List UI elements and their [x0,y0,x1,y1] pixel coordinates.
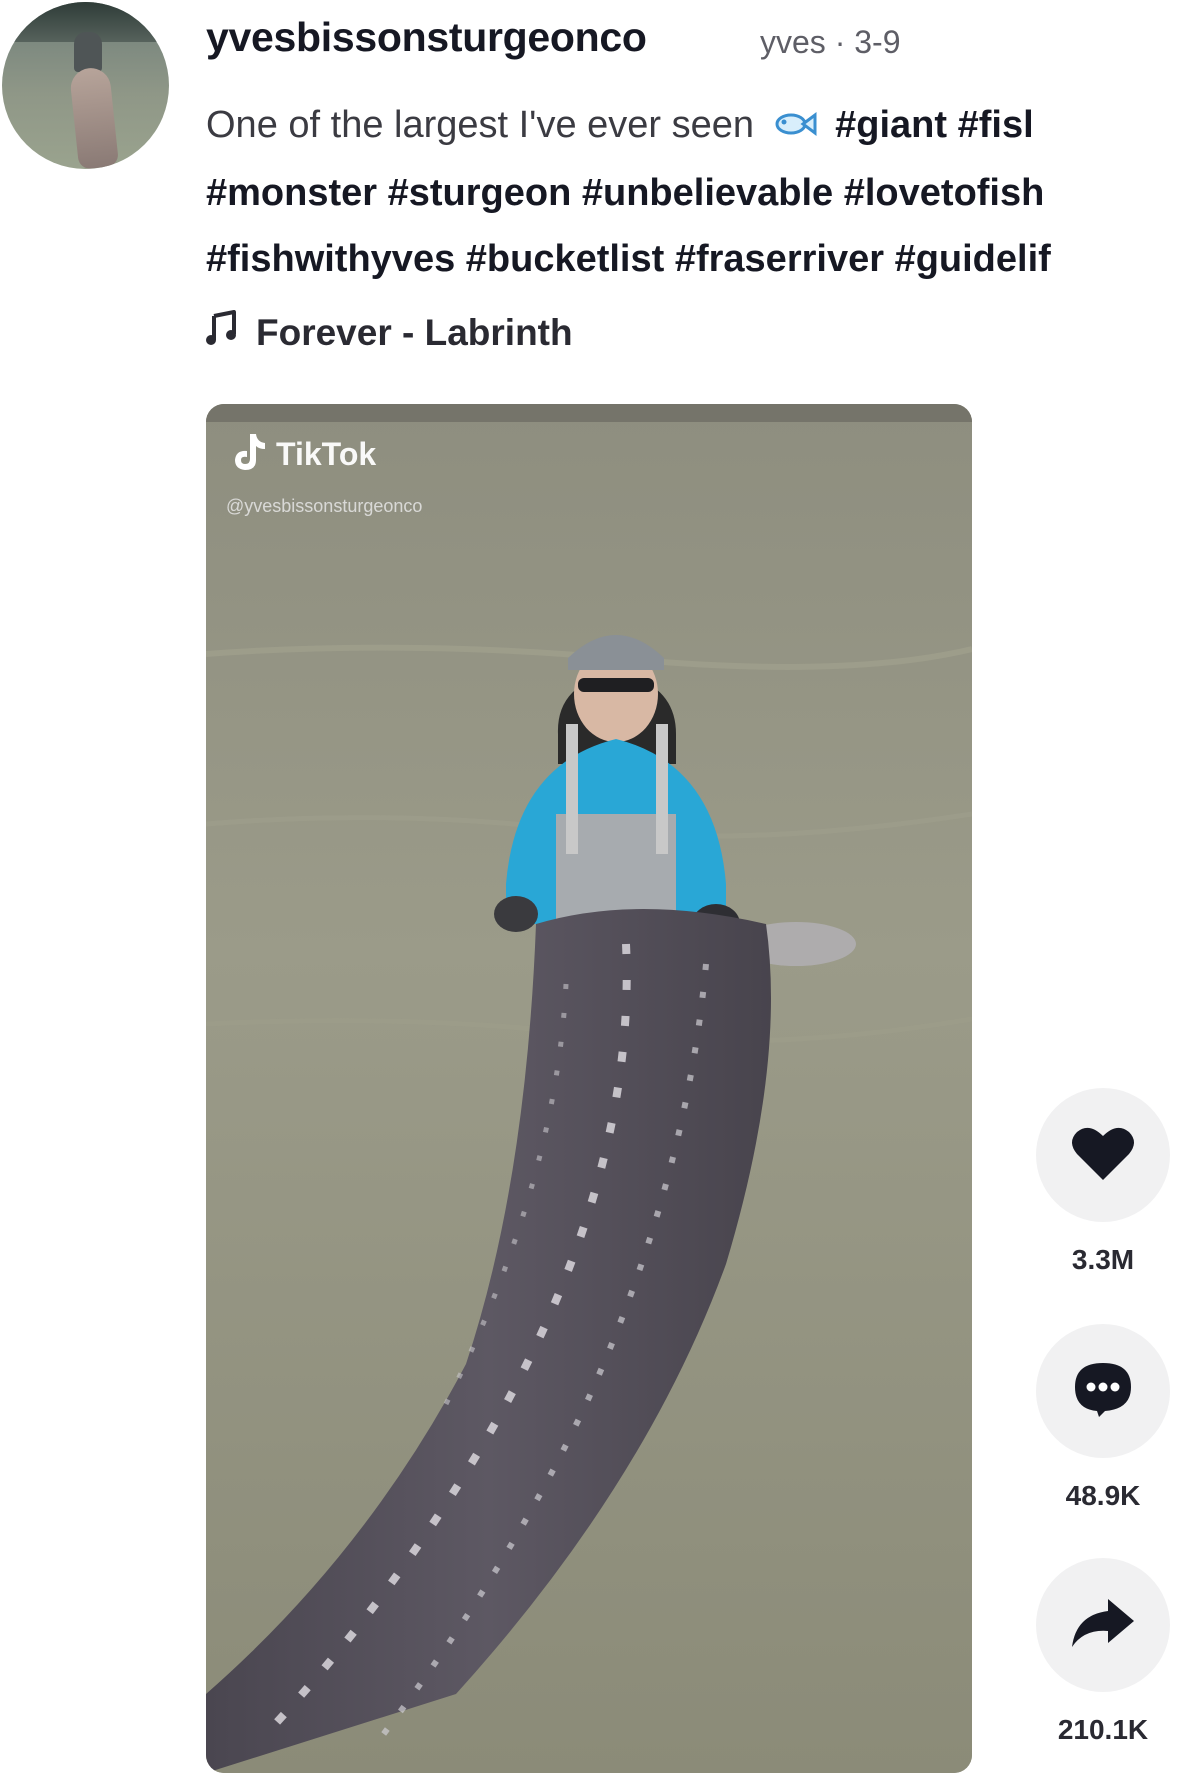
heart-icon [1071,1124,1135,1187]
share-count: 210.1K [1057,1714,1149,1745]
comment-action: 48.9K [1030,1324,1176,1512]
share-icon [1070,1597,1136,1654]
share-action: 210.1K [1030,1558,1176,1746]
caption-hashtags-2[interactable]: #monster #sturgeon #unbelievable #loveto… [206,160,1200,226]
watermark-brand: TikTok [276,436,377,472]
avatar-fish [68,66,120,169]
caption-line-1: One of the largest I've ever seen #giant… [206,92,1200,160]
caption-hashtags-3[interactable]: #fishwithyves #bucketlist #fraserriver #… [206,226,1200,292]
share-button[interactable] [1036,1558,1170,1692]
tiktok-logo-icon [230,432,268,477]
post-meta: yves · 3-9 [760,24,901,60]
video-scene [206,404,972,1773]
avatar-person [74,32,102,72]
comment-count: 48.9K [1065,1480,1141,1511]
tiktok-watermark: TikTok [230,432,376,477]
music-link[interactable]: Forever - Labrinth [206,310,573,355]
like-count: 3.3M [1071,1244,1135,1275]
comment-icon [1071,1359,1135,1424]
caption: One of the largest I've ever seen #giant… [206,92,1200,292]
username[interactable]: yvesbissonsturgeonco [206,14,647,61]
video-player[interactable]: TikTok @yvesbissonsturgeonco [206,404,972,1773]
fish-emoji-icon [773,94,817,160]
music-note-icon [206,310,240,355]
like-button[interactable] [1036,1088,1170,1222]
watermark-handle: @yvesbissonsturgeonco [226,496,423,516]
caption-text: One of the largest I've ever seen [206,104,755,146]
avatar[interactable] [2,2,169,169]
music-label: Forever - Labrinth [256,311,573,353]
comment-button[interactable] [1036,1324,1170,1458]
caption-hashtags-1[interactable]: #giant #fisl [835,104,1034,146]
like-action: 3.3M [1030,1088,1176,1276]
